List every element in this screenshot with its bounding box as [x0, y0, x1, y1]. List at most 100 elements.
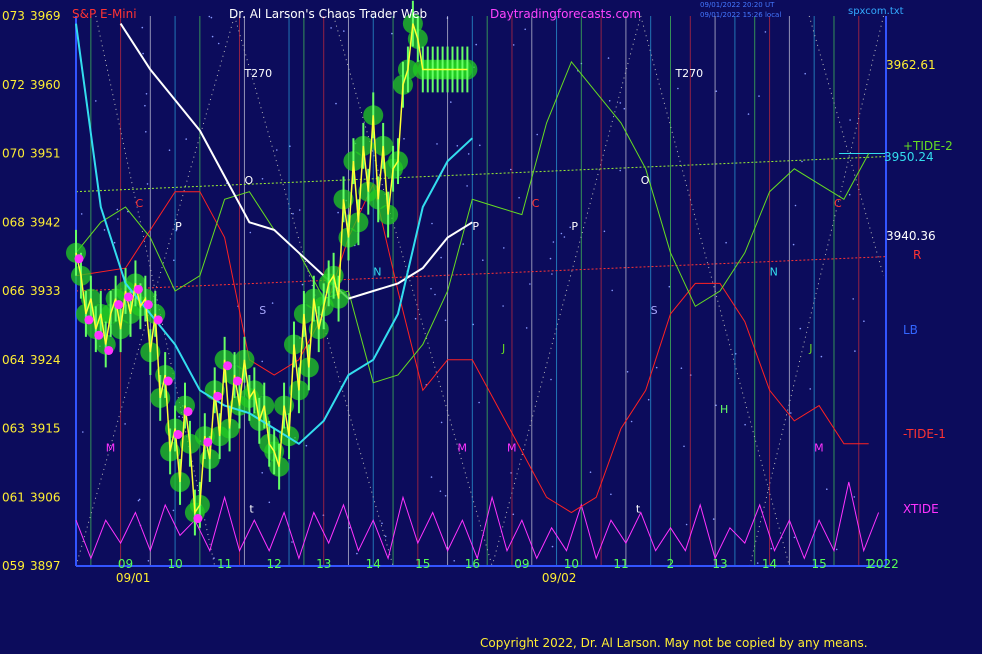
background-dot: [103, 229, 106, 231]
price-low-marker: [133, 284, 143, 294]
y-tick-label-right: 3897: [30, 559, 61, 573]
background-dot: [502, 305, 504, 307]
background-dot: [852, 298, 854, 300]
annotation-label: N: [770, 266, 778, 279]
hour-tick-label: 2022: [868, 557, 899, 571]
background-dot: [853, 496, 856, 498]
price-low-marker: [163, 376, 173, 386]
background-dot: [147, 560, 150, 562]
y-tick-label-right: 3942: [30, 215, 61, 229]
background-dot: [715, 90, 718, 92]
background-dot: [440, 421, 443, 424]
background-dot: [434, 293, 436, 296]
background-dot: [608, 100, 611, 102]
timestamp-ut: 09/01/2022 20:20 UT: [700, 1, 775, 9]
level-label-3962: 3962.61: [886, 58, 936, 72]
site-url[interactable]: Daytradingforecasts.com: [490, 7, 641, 21]
background-dot: [549, 257, 552, 260]
background-dot: [208, 15, 211, 18]
annotation-label: P: [472, 220, 479, 233]
background-dot: [630, 420, 633, 423]
price-low-marker: [104, 345, 114, 355]
background-dot: [607, 57, 610, 59]
annotation-label: M: [814, 441, 824, 454]
background-dot: [431, 222, 433, 225]
y-tick-label-right: 3969: [30, 9, 61, 23]
annotation-label: M: [106, 441, 116, 454]
date-tick-label: 09/02: [542, 571, 577, 585]
y-tick-label-left: 063: [2, 422, 25, 436]
price-low-marker: [153, 315, 163, 325]
background-dot: [560, 232, 563, 235]
timestamp-local: 09/01/2022 15:26 local: [700, 11, 781, 19]
background-dot: [276, 149, 278, 151]
background-dot: [291, 541, 293, 543]
background-dot: [268, 501, 271, 504]
series-label-tide-2: +TIDE-2: [903, 139, 953, 153]
y-tick-label-right: 3933: [30, 284, 61, 298]
background-dot: [835, 548, 838, 551]
background-dot: [172, 509, 175, 512]
background-dot: [820, 355, 823, 358]
background-dot: [144, 104, 146, 107]
background-dot: [619, 102, 622, 104]
background-dot: [391, 32, 393, 35]
background-dot: [261, 360, 264, 363]
background-dot: [479, 144, 481, 147]
annotation-label: T270: [674, 67, 703, 80]
background-dot: [683, 445, 685, 448]
background-dot: [178, 415, 180, 418]
background-dot: [301, 283, 304, 286]
annotation-label: t: [636, 503, 641, 516]
background-dot: [793, 536, 796, 539]
background-dot: [626, 371, 629, 373]
background-dot: [117, 218, 119, 220]
y-tick-label-right: 3915: [30, 422, 61, 436]
background-dot: [271, 302, 274, 304]
price-low-marker: [84, 315, 94, 325]
background-dot: [804, 72, 806, 75]
background-dot: [623, 107, 626, 110]
hour-tick-label: 13: [712, 557, 727, 571]
background-dot: [826, 488, 828, 491]
background-dot: [854, 350, 856, 352]
background-dot: [552, 241, 555, 243]
y-tick-label-right: 3960: [30, 78, 61, 92]
background-dot: [436, 143, 438, 145]
hour-tick-label: 14: [366, 557, 381, 571]
background-dot: [124, 423, 126, 425]
background-dot: [478, 401, 480, 404]
background-dot: [725, 241, 727, 244]
background-dot: [744, 423, 746, 426]
background-dot: [249, 231, 252, 234]
background-dot: [356, 552, 358, 555]
background-dot: [712, 518, 715, 520]
background-dot: [450, 101, 452, 103]
background-dot: [475, 43, 478, 46]
background-dot: [685, 523, 688, 526]
background-dot: [444, 495, 447, 497]
background-dot: [770, 547, 773, 550]
y-tick-label-left: 073: [2, 9, 25, 23]
background-dot: [647, 398, 650, 401]
annotation-label: M: [457, 441, 467, 454]
price-low-marker: [223, 361, 233, 371]
y-tick-label-right: 3924: [30, 353, 61, 367]
background-dot: [116, 208, 119, 211]
background-dot: [551, 273, 553, 275]
background-dot: [677, 87, 679, 90]
background-dot: [589, 471, 592, 474]
price-low-marker: [173, 430, 183, 439]
background-dot: [462, 243, 465, 245]
background-dot: [794, 204, 797, 207]
background-dot: [337, 211, 339, 214]
background-dot: [524, 28, 526, 31]
background-dot: [848, 193, 851, 196]
annotation-label: J: [501, 342, 505, 355]
hour-tick-label: 09: [118, 557, 133, 571]
background-dot: [113, 241, 116, 244]
background-dot: [655, 366, 658, 369]
hour-tick-label: 11: [613, 557, 628, 571]
background-dot: [680, 367, 683, 370]
background-dot: [863, 320, 865, 323]
